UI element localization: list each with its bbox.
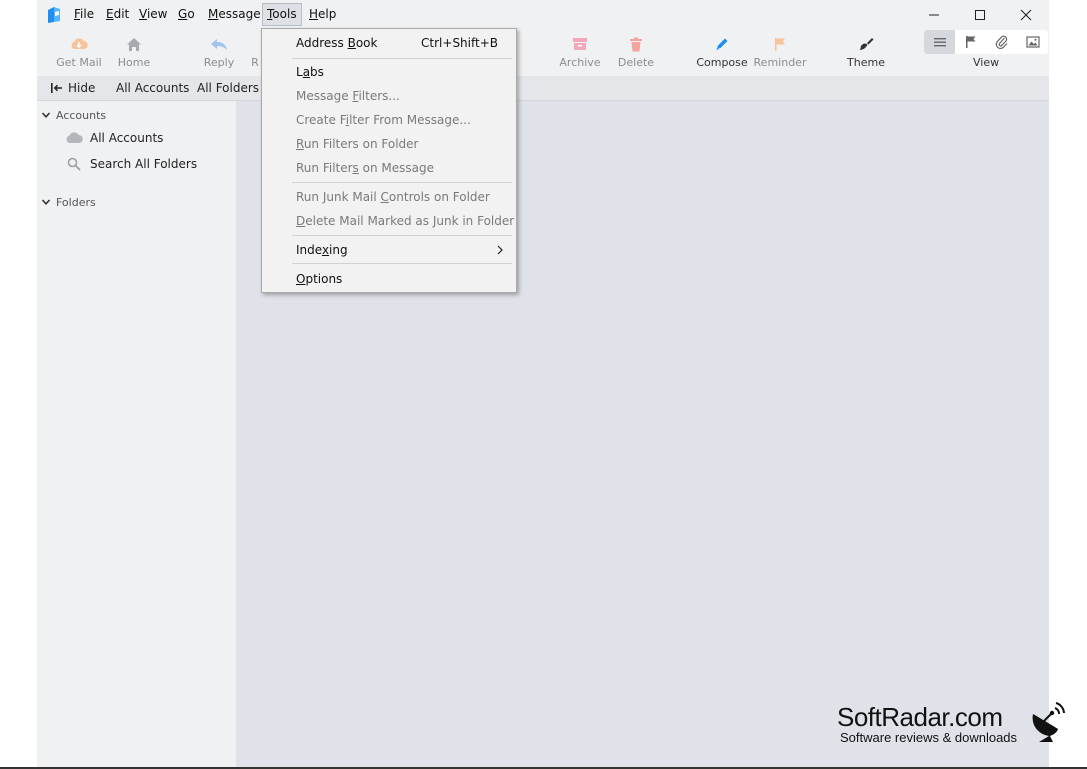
archive-button[interactable]: Archive [559,32,601,72]
address-book-shortcut: Ctrl+Shift+B [421,36,498,50]
reply-all-button[interactable]: R [249,32,261,72]
maximize-icon [975,10,985,20]
get-mail-button[interactable]: Get Mail [56,32,102,72]
hide-pane-button[interactable]: Hide [50,76,95,100]
reply-all-label: R [251,56,259,69]
menu-item-message-filters[interactable]: Message Filters... [296,85,400,107]
menu-file[interactable]: File [70,3,98,26]
view-label: View [973,56,1000,69]
menu-tools[interactable]: Tools [262,3,302,26]
softradar-watermark: SoftRadar.com Software reviews & downloa… [837,702,1067,748]
all-accounts-label: All Accounts [116,81,190,95]
delete-button[interactable]: Delete [616,32,656,72]
satellite-dish-icon [1032,702,1065,742]
folder-pane-header: Hide All Accounts All Folders [37,76,1049,101]
all-accounts-button[interactable]: All Accounts [116,76,189,100]
reminder-label: Reminder [753,56,807,69]
reply-icon [211,39,227,50]
accounts-header-label: Accounts [56,108,107,122]
get-mail-label: Get Mail [56,56,102,69]
close-icon [1020,9,1032,21]
menu-item-delete-junk[interactable]: Delete Mail Marked as Junk in Folder [296,210,514,232]
view-list-toggle[interactable] [924,30,955,54]
menu-item-run-junk-controls[interactable]: Run Junk Mail Controls on Folder [296,186,490,208]
mailbird-logo-icon [48,7,60,23]
delete-label: Delete [617,56,655,69]
app-window: File Edit View Go Message Tools Help Get… [37,0,1049,767]
menu-item-run-filters-message[interactable]: Run Filters on Message [296,157,434,179]
watermark-title: SoftRadar.com [837,702,1003,732]
view-image-toggle[interactable] [1017,30,1048,54]
menu-item-labs[interactable]: Labs [296,61,324,83]
reply-button[interactable]: Reply [201,32,237,72]
list-icon [933,38,946,47]
menu-go[interactable]: Go [174,3,199,26]
sidebar-item-search-all-folders[interactable]: Search All Folders [65,153,197,175]
search-all-folders-label: Search All Folders [90,157,198,171]
cloud-icon [66,132,83,143]
chevron-down-icon [41,112,51,118]
menu-item-indexing[interactable]: Indexing [296,239,348,261]
sidebar-item-all-accounts[interactable]: All Accounts [65,127,163,149]
menu-message[interactable]: Message [204,3,265,26]
watermark-subtitle: Software reviews & downloads [840,730,1018,745]
reminder-button[interactable]: Reminder [754,32,806,72]
minimize-button[interactable] [911,0,957,30]
accounts-section-header[interactable]: Accounts [41,105,106,125]
close-button[interactable] [1003,0,1049,30]
view-flag-toggle[interactable] [955,30,986,54]
theme-button[interactable]: Theme [847,32,885,72]
folders-header-label: Folders [56,195,96,209]
tools-dropdown-menu: Address Book Ctrl+Shift+B Labs Message F… [261,28,517,293]
main-toolbar: Get Mail Home Reply R Archive Delete Com… [37,30,1049,74]
menu-separator [292,235,512,236]
menu-bar: File Edit View Go Message Tools Help [37,0,1049,30]
compose-label: Compose [696,56,748,69]
home-label: Home [117,56,151,69]
trash-icon [630,37,642,51]
menu-view[interactable]: View [135,3,171,26]
reply-label: Reply [203,56,235,69]
menu-edit[interactable]: Edit [102,3,133,26]
menu-help[interactable]: Help [305,3,340,26]
search-icon [67,157,81,171]
menu-item-address-book[interactable]: Address Book [296,32,377,54]
archive-icon [573,38,587,50]
flag-icon [965,36,975,48]
folders-section-header[interactable]: Folders [41,192,96,212]
menu-separator [292,263,512,264]
home-button[interactable]: Home [116,32,152,72]
collapse-pane-icon [51,83,62,93]
menu-item-create-filter[interactable]: Create Filter From Message... [296,109,471,131]
minimize-icon [929,14,939,16]
all-folders-label: All Folders [197,81,260,95]
view-attachment-toggle[interactable] [986,30,1017,54]
view-toggle-group [924,30,1048,54]
maximize-button[interactable] [957,0,1003,30]
paperclip-icon [995,35,1007,49]
flag-icon [775,37,785,51]
menu-item-run-filters-folder[interactable]: Run Filters on Folder [296,133,418,155]
menu-item-options[interactable]: Options [296,268,342,290]
compose-button[interactable]: Compose [696,32,748,72]
paintbrush-icon [859,38,874,50]
image-icon [1025,36,1040,48]
archive-label: Archive [559,56,601,69]
hide-label: Hide [68,81,96,95]
theme-label: Theme [847,56,885,69]
menu-separator [292,182,512,183]
all-folders-button[interactable]: All Folders [197,76,259,100]
pencil-icon [716,38,728,50]
submenu-arrow-icon [497,245,503,255]
cloud-download-icon [71,38,88,49]
chevron-down-icon [41,199,51,205]
folder-sidebar: Accounts All Accounts Search All Folders… [37,101,237,767]
menu-separator [292,58,512,59]
home-icon [127,37,141,51]
all-accounts-item-label: All Accounts [90,131,164,145]
